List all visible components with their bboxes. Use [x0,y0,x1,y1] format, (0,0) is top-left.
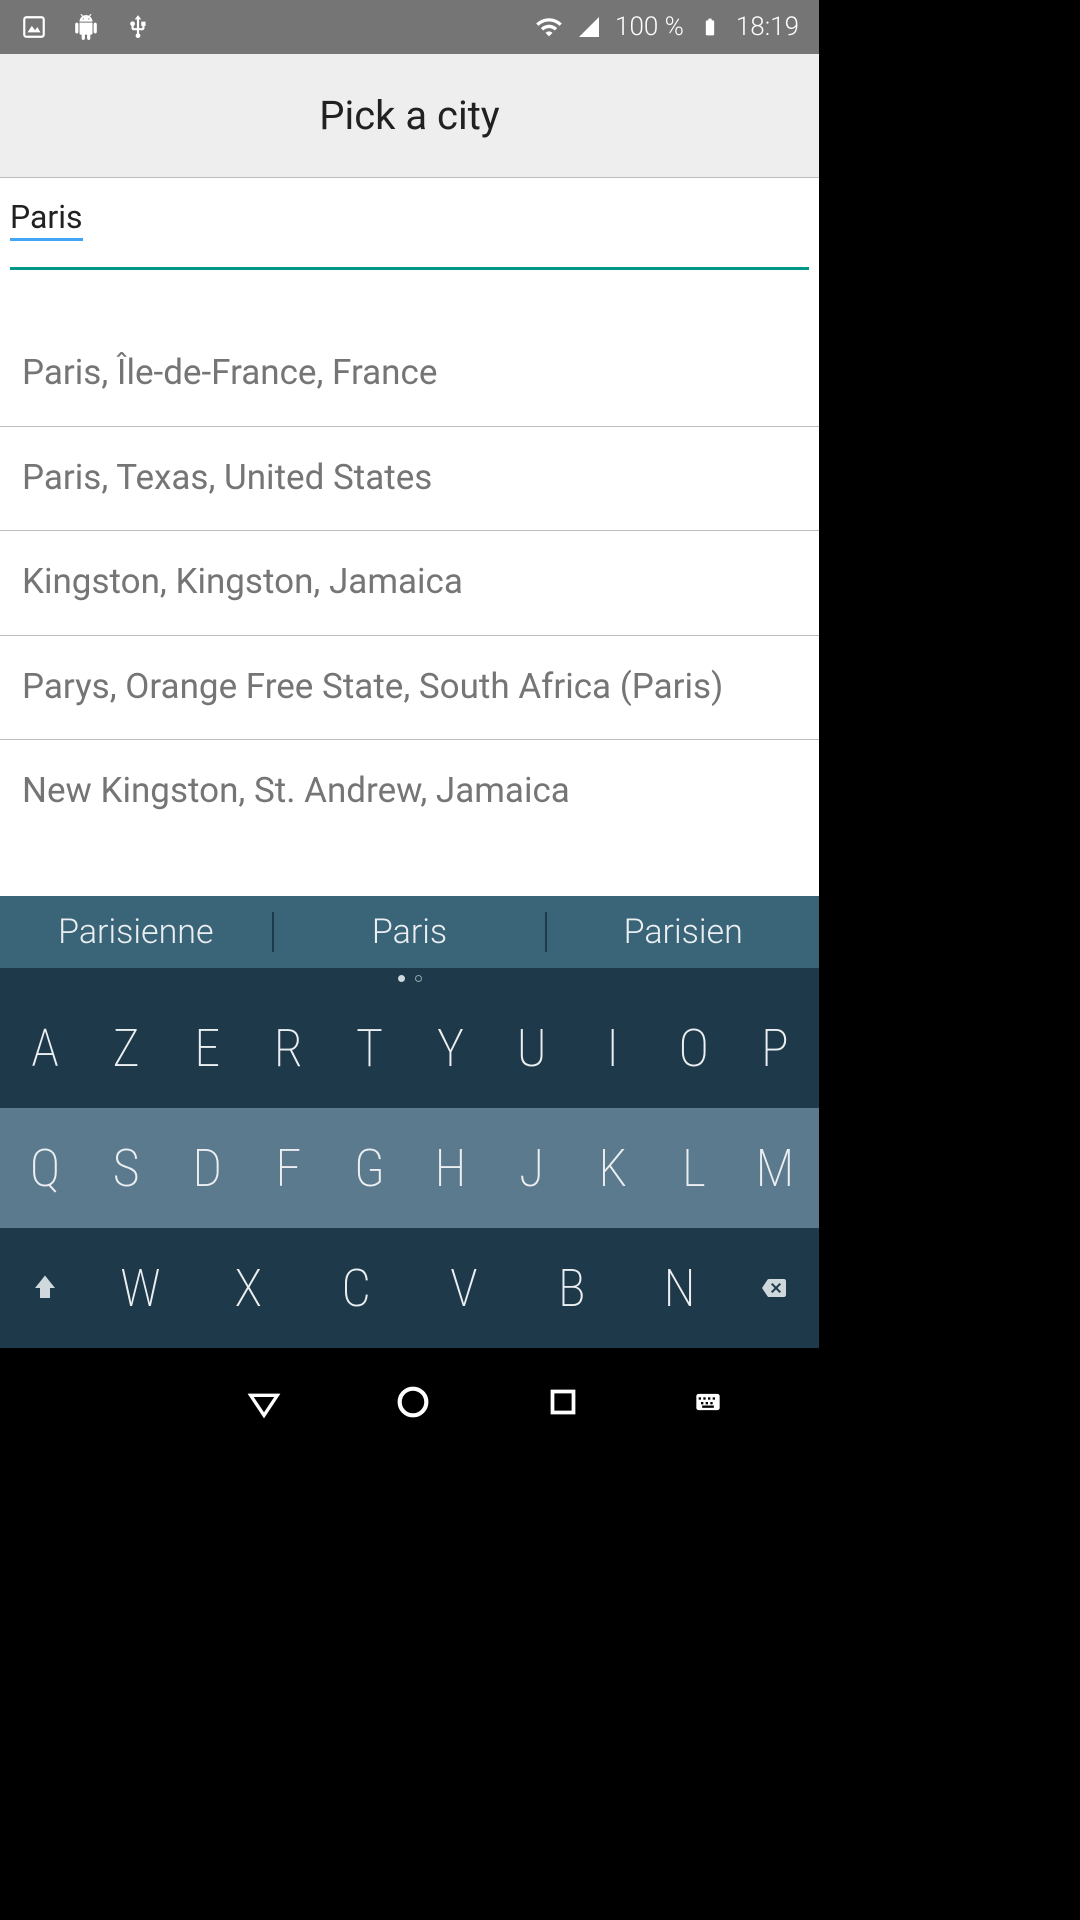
keyboard-row-1: A Z E R T Y U I O P [0,988,819,1108]
keyboard-toggle-icon[interactable] [682,1376,734,1428]
usb-icon [124,13,152,41]
key[interactable]: A [4,1018,85,1079]
suggestion-item[interactable]: Parisienne [0,912,272,952]
key[interactable]: L [653,1138,734,1199]
key[interactable]: X [194,1258,302,1319]
cellular-icon [575,13,603,41]
search-input-value: Paris [10,198,83,241]
key[interactable]: Y [409,1018,490,1079]
clock-label: 18:19 [736,12,799,42]
key[interactable]: M [734,1138,815,1199]
battery-icon [696,13,724,41]
battery-percent-label: 100 % [615,12,684,42]
result-item[interactable]: Paris, Texas, United States [0,426,819,531]
pager-dots [0,968,819,988]
key[interactable]: K [572,1138,653,1199]
key[interactable]: P [734,1018,815,1079]
key[interactable]: W [86,1258,194,1319]
result-item[interactable]: Kingston, Kingston, Jamaica [0,530,819,635]
suggestion-item[interactable]: Paris [274,912,546,952]
soft-keyboard: Parisienne Paris Parisien A Z E R T Y U … [0,896,819,1348]
backspace-key[interactable] [733,1276,815,1300]
search-input[interactable]: Paris [10,198,809,270]
status-left-icons [20,13,152,41]
key[interactable]: N [625,1258,733,1319]
key[interactable]: H [409,1138,490,1199]
home-button[interactable] [383,1372,443,1432]
key[interactable]: I [572,1018,653,1079]
app-header: Pick a city [0,54,819,178]
key[interactable]: C [302,1258,410,1319]
key[interactable]: F [247,1138,328,1199]
suggestion-bar: Parisienne Paris Parisien [0,896,819,968]
result-item[interactable]: New Kingston, St. Andrew, Jamaica [0,739,819,844]
search-input-wrapper: Paris [0,178,819,270]
key[interactable]: U [491,1018,572,1079]
page-title: Pick a city [319,92,499,139]
dot-inactive [415,975,422,982]
key[interactable]: D [166,1138,247,1199]
key[interactable]: J [491,1138,572,1199]
result-item[interactable]: Paris, Île-de-France, France [0,340,819,426]
key[interactable]: O [653,1018,734,1079]
shift-key[interactable] [4,1273,86,1303]
keyboard-row-2: Q S D F G H J K L M [0,1108,819,1228]
recents-button[interactable] [533,1372,593,1432]
suggestion-item[interactable]: Parisien [547,912,819,952]
status-right: 100 % 18:19 [535,12,799,42]
android-debug-icon [72,13,100,41]
key[interactable]: Z [85,1018,166,1079]
key[interactable]: T [328,1018,409,1079]
wifi-icon [535,13,563,41]
back-button[interactable] [234,1372,294,1432]
key[interactable]: E [166,1018,247,1079]
system-nav-bar [0,1348,819,1456]
status-bar: 100 % 18:19 [0,0,819,54]
key[interactable]: G [328,1138,409,1199]
result-item[interactable]: Parys, Orange Free State, South Africa (… [0,635,819,740]
image-icon [20,13,48,41]
content-area: Paris Paris, Île-de-France, France Paris… [0,178,819,896]
key[interactable]: Q [4,1138,85,1199]
key[interactable]: B [517,1258,625,1319]
results-list: Paris, Île-de-France, France Paris, Texa… [0,340,819,844]
dot-active [398,975,405,982]
key[interactable]: S [85,1138,166,1199]
keyboard-row-3: W X C V B N [0,1228,819,1348]
key[interactable]: V [409,1258,517,1319]
key[interactable]: R [247,1018,328,1079]
